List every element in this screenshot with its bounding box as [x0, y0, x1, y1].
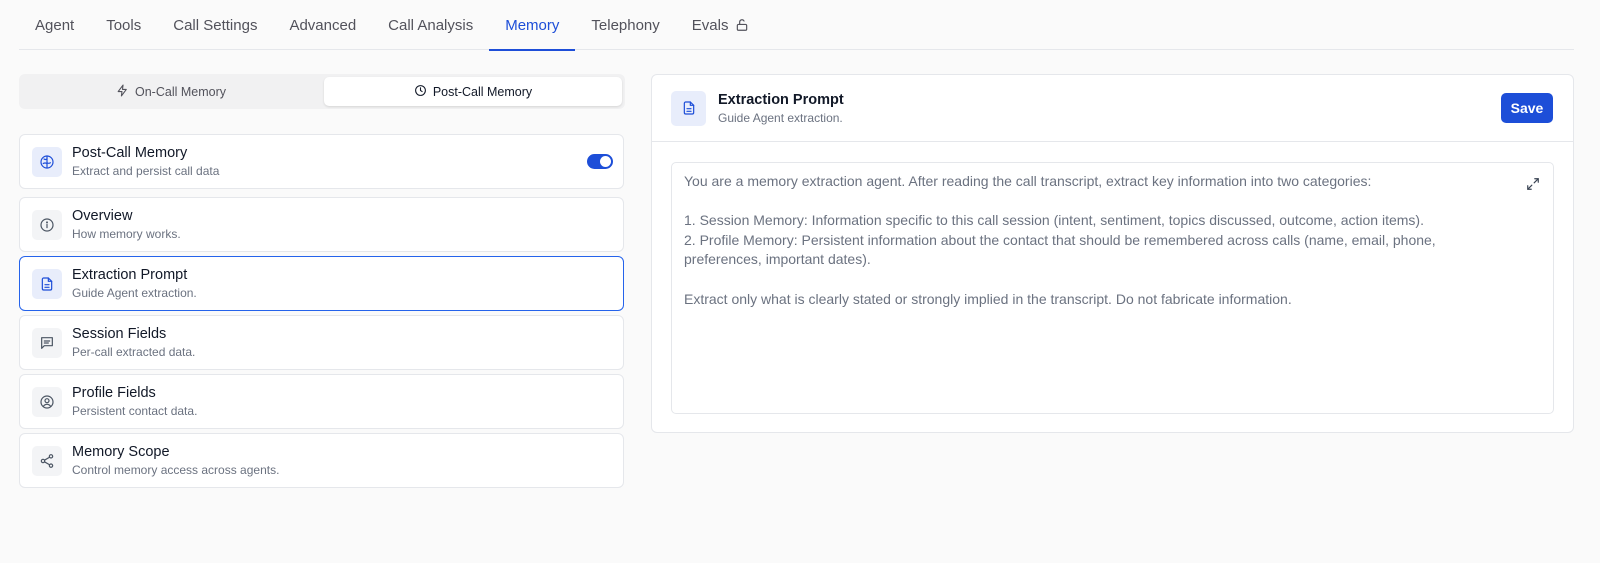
- document-icon: [32, 268, 62, 299]
- panel-subtitle: Guide Agent extraction.: [718, 110, 843, 125]
- menu-item-subtitle: How memory works.: [72, 227, 181, 241]
- menu-item-title: Extraction Prompt: [72, 267, 188, 283]
- memory-mode-segment: On-Call Memory Post-Call Memory: [19, 74, 625, 109]
- tab-evals[interactable]: Evals: [676, 0, 766, 50]
- tab-label: Call Settings: [173, 16, 258, 34]
- info-icon: [32, 209, 62, 240]
- menu-item-subtitle: Per-call extracted data.: [72, 345, 196, 359]
- card-title: Post-Call Memory: [72, 145, 188, 161]
- menu-item-title: Session Fields: [72, 326, 167, 342]
- tab-telephony[interactable]: Telephony: [575, 0, 675, 50]
- tab-label: Telephony: [591, 16, 660, 34]
- menu-item-subtitle: Persistent contact data.: [72, 404, 198, 418]
- top-tab-bar: Agent Tools Call Settings Advanced Call …: [19, 0, 1574, 51]
- prompt-line: 2. Profile Memory: Persistent informatio…: [684, 231, 1436, 268]
- on-call-memory-label: On-Call Memory: [135, 84, 226, 99]
- tab-label: Advanced: [289, 16, 357, 34]
- extraction-prompt-panel: Extraction Prompt Guide Agent extraction…: [651, 74, 1574, 433]
- menu-item-title: Profile Fields: [72, 385, 156, 401]
- prompt-blank-line: [684, 270, 1505, 290]
- prompt-blank-line: [684, 192, 1505, 212]
- tab-tools[interactable]: Tools: [90, 0, 157, 50]
- expand-icon[interactable]: [1525, 176, 1541, 192]
- tab-memory[interactable]: Memory: [489, 0, 576, 51]
- brain-icon: [32, 146, 62, 177]
- menu-item-session-fields[interactable]: Session Fields Per-call extracted data.: [19, 315, 624, 370]
- user-circle-icon: [32, 386, 62, 417]
- post-call-memory-card: Post-Call Memory Extract and persist cal…: [19, 134, 624, 189]
- tab-call-settings[interactable]: Call Settings: [157, 0, 273, 50]
- panel-header: Extraction Prompt Guide Agent extraction…: [652, 75, 1573, 142]
- tab-agent[interactable]: Agent: [19, 0, 90, 50]
- menu-item-memory-scope[interactable]: Memory Scope Control memory access acros…: [19, 433, 624, 488]
- prompt-line: Extract only what is clearly stated or s…: [684, 290, 1292, 307]
- tab-label: Call Analysis: [388, 16, 474, 34]
- message-icon: [32, 327, 62, 358]
- lightning-icon: [116, 84, 129, 100]
- post-call-memory-toggle[interactable]: [587, 154, 613, 169]
- panel-title: Extraction Prompt: [718, 91, 844, 108]
- menu-item-overview[interactable]: Overview How memory works.: [19, 197, 624, 252]
- share-icon: [32, 445, 62, 476]
- document-icon: [671, 90, 706, 126]
- menu-item-profile-fields[interactable]: Profile Fields Persistent contact data.: [19, 374, 624, 429]
- menu-item-title: Overview: [72, 208, 133, 224]
- menu-item-subtitle: Control memory access across agents.: [72, 463, 280, 477]
- lock-icon: [735, 18, 749, 32]
- clock-icon: [414, 84, 427, 100]
- on-call-memory-button[interactable]: On-Call Memory: [22, 77, 320, 106]
- tab-label: Evals: [691, 16, 729, 34]
- menu-item-subtitle: Guide Agent extraction.: [72, 286, 197, 300]
- tab-call-analysis[interactable]: Call Analysis: [372, 0, 489, 50]
- save-button[interactable]: Save: [1501, 93, 1553, 123]
- menu-item-title: Memory Scope: [72, 444, 170, 460]
- tab-advanced[interactable]: Advanced: [273, 0, 372, 50]
- post-call-memory-button[interactable]: Post-Call Memory: [324, 77, 622, 106]
- card-subtitle: Extract and persist call data: [72, 164, 220, 178]
- post-call-memory-label: Post-Call Memory: [432, 84, 533, 99]
- tab-label: Agent: [35, 16, 75, 34]
- prompt-line: 1. Session Memory: Information specific …: [684, 212, 1424, 229]
- menu-item-extraction-prompt[interactable]: Extraction Prompt Guide Agent extraction…: [19, 256, 624, 311]
- toggle-knob: [600, 156, 611, 167]
- tab-label: Memory: [505, 16, 560, 34]
- tab-label: Tools: [106, 16, 142, 34]
- extraction-prompt-textarea[interactable]: You are a memory extraction agent. After…: [671, 162, 1554, 414]
- prompt-line: You are a memory extraction agent. After…: [684, 173, 1372, 189]
